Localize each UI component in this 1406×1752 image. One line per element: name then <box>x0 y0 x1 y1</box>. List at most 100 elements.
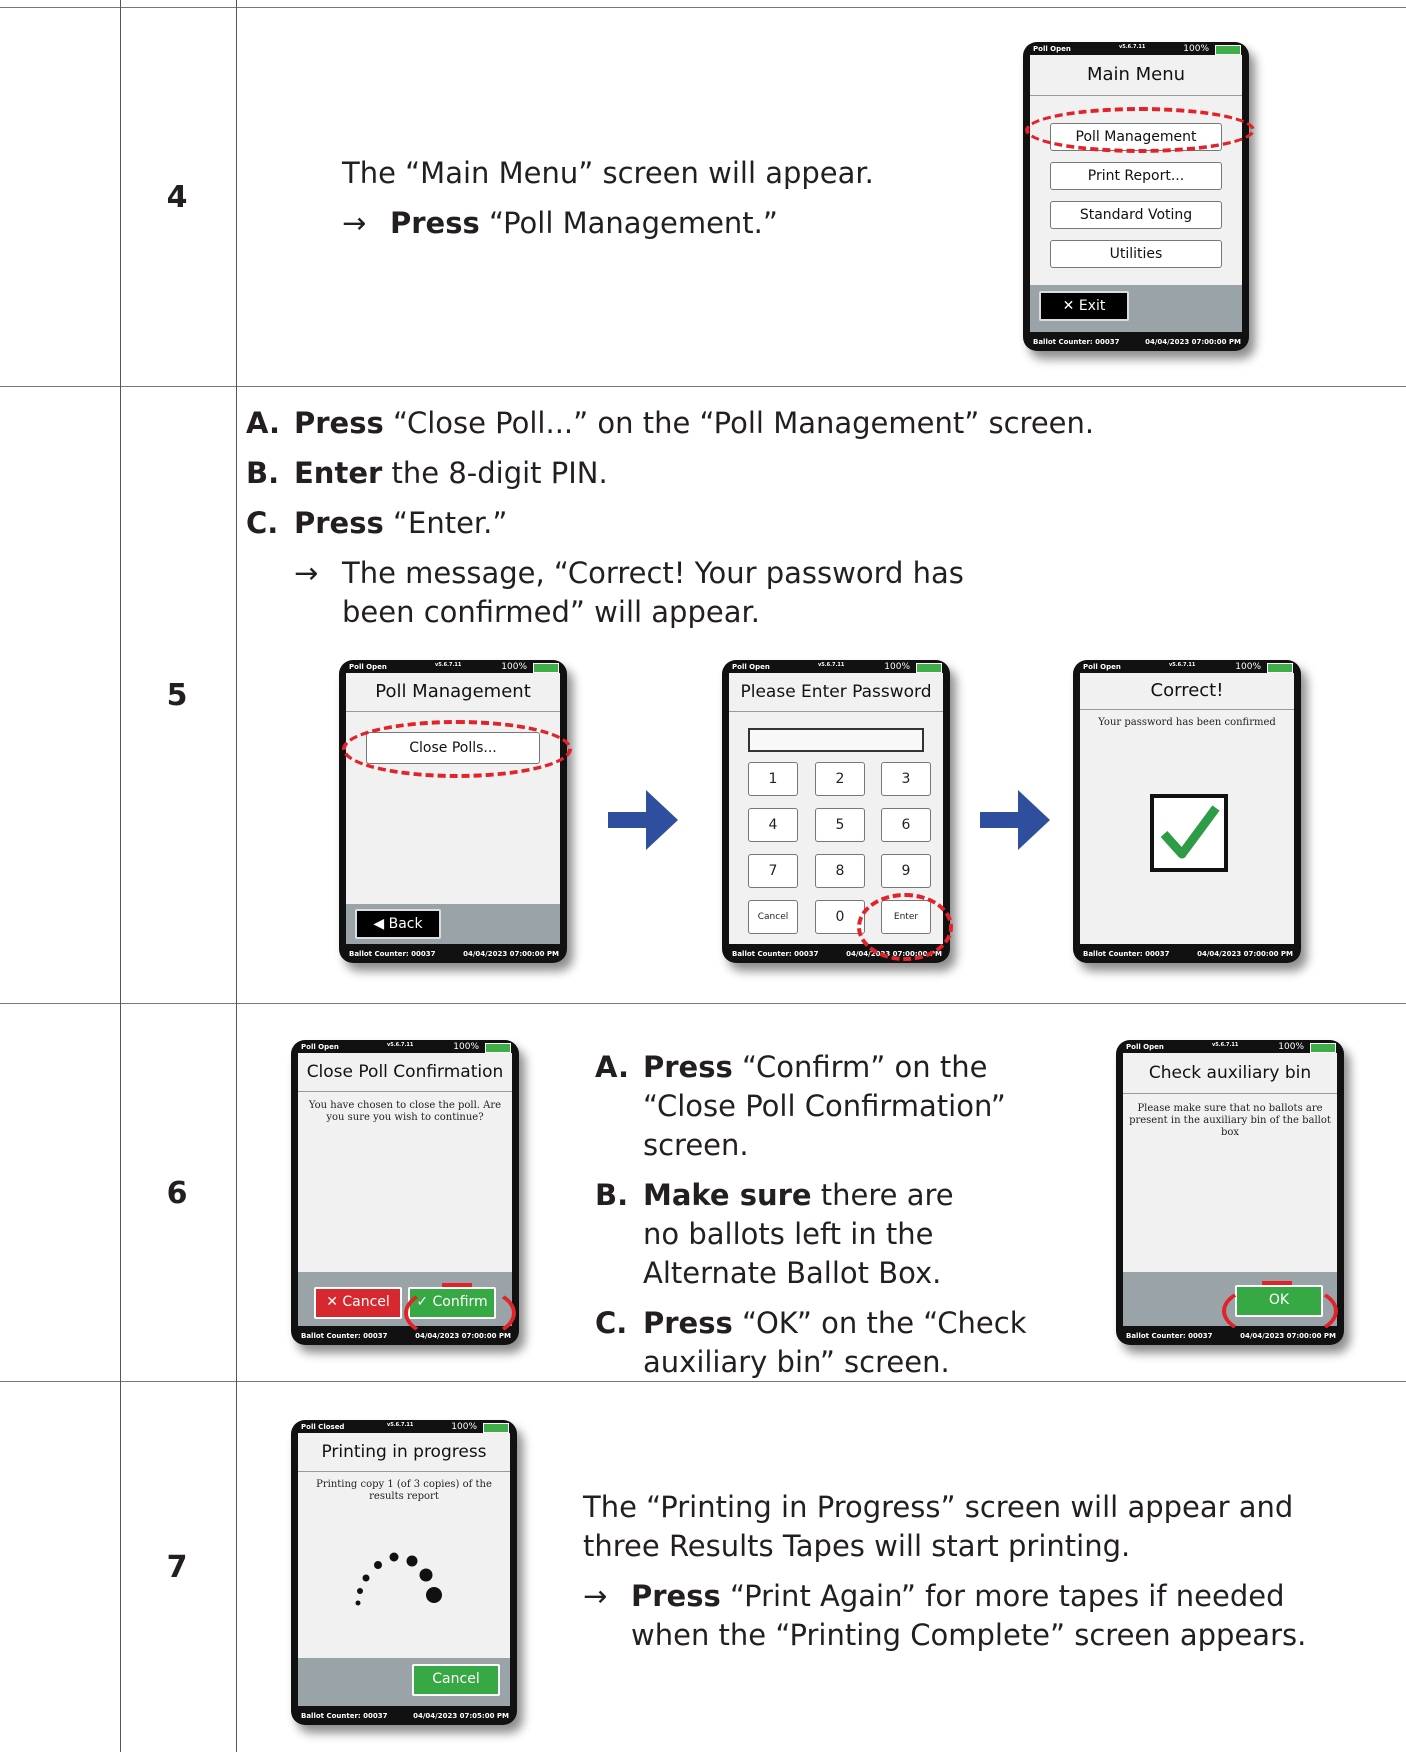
status-bar: Poll Open v5.6.7.11 100% <box>339 660 567 673</box>
screen-title: Poll Management <box>346 673 560 712</box>
screen-title: Correct! <box>1080 673 1294 710</box>
exit-button[interactable]: ✕ Exit <box>1039 291 1129 321</box>
battery-level: 100% <box>1235 662 1261 672</box>
action-text: “Close Poll...” on the “Poll Management”… <box>383 406 1095 440</box>
step-number-6: 6 <box>166 1176 188 1211</box>
screen-title: Main Menu <box>1030 55 1242 96</box>
action-verb: Press <box>294 406 384 440</box>
step-7-line: The “Printing in Progress” screen will a… <box>583 1490 1294 1563</box>
ballot-counter: Ballot Counter: 00037 <box>1083 950 1170 958</box>
button-band: Cancel <box>298 1658 510 1706</box>
device-correct: Poll Open v5.6.7.11 100% Correct! Your p… <box>1073 660 1301 963</box>
key-2[interactable]: 2 <box>815 762 865 796</box>
action-text: the 8-digit PIN. <box>382 456 608 490</box>
instruction-item-a: A. Press “Close Poll...” on the “Poll Man… <box>246 404 1226 443</box>
key-7[interactable]: 7 <box>748 854 798 888</box>
highlight-ring <box>1222 1282 1338 1340</box>
exit-label: Exit <box>1078 298 1106 314</box>
poll-status: Poll Closed <box>301 1423 345 1431</box>
footer-bar: Ballot Counter: 00037 04/04/2023 07:00:0… <box>1073 944 1301 963</box>
screen: Correct! Your password has been confirme… <box>1080 673 1294 944</box>
screen-title: Close Poll Confirmation <box>298 1053 512 1092</box>
close-x-icon: ✕ <box>326 1294 338 1310</box>
step-4-line: The “Main Menu” screen will appear. <box>342 156 874 190</box>
key-4[interactable]: 4 <box>748 808 798 842</box>
action-verb: Press <box>643 1050 733 1084</box>
item-letter: C. <box>595 1306 628 1340</box>
footer-bar: Ballot Counter: 00037 04/04/2023 07:00:0… <box>1023 332 1249 351</box>
password-field[interactable] <box>748 728 924 752</box>
item-letter: A. <box>246 406 280 440</box>
screen-title: Please Enter Password <box>729 673 943 712</box>
right-arrow-icon <box>980 790 1050 850</box>
item-letter: B. <box>246 456 280 490</box>
step-number-7: 7 <box>166 1550 188 1585</box>
version: v5.6.7.11 <box>818 662 845 668</box>
action-verb: Press <box>631 1579 721 1613</box>
step-6-instructions: A. Press “Confirm” on the “Close Poll Con… <box>595 1048 1055 1393</box>
battery-level: 100% <box>501 662 527 672</box>
utilities-button[interactable]: Utilities <box>1050 240 1222 268</box>
cancel-key[interactable]: Cancel <box>748 900 798 934</box>
poll-status: Poll Open <box>1033 45 1071 53</box>
footer-bar: Ballot Counter: 00037 04/04/2023 07:05:0… <box>291 1706 517 1725</box>
row-divider <box>0 386 1406 387</box>
version: v5.6.7.11 <box>387 1422 414 1428</box>
version: v5.6.7.11 <box>387 1042 414 1048</box>
ballot-counter: Ballot Counter: 00037 <box>1033 338 1120 346</box>
back-label: Back <box>388 916 423 932</box>
screen-message: You have chosen to close the poll. Are y… <box>308 1100 502 1123</box>
device-main-menu: Poll Open v5.6.7.11 100% Main Menu Poll … <box>1023 42 1249 351</box>
key-6[interactable]: 6 <box>881 808 931 842</box>
action-verb: Enter <box>294 456 383 490</box>
version: v5.6.7.11 <box>435 662 462 668</box>
key-5[interactable]: 5 <box>815 808 865 842</box>
screen-message: Please make sure that no ballots are pre… <box>1129 1103 1331 1138</box>
back-triangle-icon: ◀ <box>373 916 385 932</box>
battery-icon <box>485 1043 511 1053</box>
item-letter: A. <box>595 1050 629 1084</box>
back-button[interactable]: ◀ Back <box>355 909 441 939</box>
step-5-note: → The message, “Correct! Your password h… <box>294 554 992 632</box>
action-text: “Print Again” for more tapes if needed w… <box>631 1579 1307 1652</box>
poll-status: Poll Open <box>1083 663 1121 671</box>
datetime: 04/04/2023 07:00:00 PM <box>463 950 559 958</box>
screen-title: Check auxiliary bin <box>1123 1053 1337 1094</box>
standard-voting-button[interactable]: Standard Voting <box>1050 201 1222 229</box>
action-verb: Make sure <box>643 1178 812 1212</box>
status-bar: Poll Open v5.6.7.11 100% <box>722 660 950 673</box>
key-1[interactable]: 1 <box>748 762 798 796</box>
device-poll-management: Poll Open v5.6.7.11 100% Poll Management… <box>339 660 567 963</box>
row-divider <box>0 1003 1406 1004</box>
print-report-button[interactable]: Print Report... <box>1050 162 1222 190</box>
version: v5.6.7.11 <box>1119 44 1146 50</box>
footer-bar: Ballot Counter: 00037 04/04/2023 07:00:0… <box>339 944 567 963</box>
instruction-item-c: C. Press “Enter.” <box>246 504 1226 543</box>
column-divider <box>120 0 121 1752</box>
loading-spinner-icon <box>355 1552 442 1606</box>
arrow-icon: → <box>342 206 367 240</box>
button-band: ◀ Back <box>346 904 560 944</box>
status-bar: Poll Open v5.6.7.11 100% <box>1023 42 1249 55</box>
step-7-instructions: The “Printing in Progress” screen will a… <box>583 1488 1343 1655</box>
highlight-ring <box>857 893 953 961</box>
key-8[interactable]: 8 <box>815 854 865 888</box>
key-3[interactable]: 3 <box>881 762 931 796</box>
close-x-icon: ✕ <box>1062 298 1075 314</box>
cancel-button[interactable]: Cancel <box>412 1664 500 1696</box>
status-bar: Poll Closed v5.6.7.11 100% <box>291 1420 517 1433</box>
item-letter: B. <box>595 1178 629 1212</box>
datetime: 04/04/2023 07:00:00 PM <box>1145 338 1241 346</box>
ballot-counter: Ballot Counter: 00037 <box>349 950 436 958</box>
cancel-label: Cancel <box>342 1294 390 1310</box>
battery-icon <box>1267 663 1293 673</box>
right-arrow-icon <box>608 790 678 850</box>
note-text: The message, “Correct! Your password has… <box>342 556 964 629</box>
highlight-ring <box>1025 107 1255 153</box>
battery-level: 100% <box>884 662 910 672</box>
key-9[interactable]: 9 <box>881 854 931 888</box>
cancel-button[interactable]: ✕ Cancel <box>314 1287 402 1319</box>
battery-icon <box>1215 45 1241 55</box>
instruction-item-c: C. Press “OK” on the “Check auxiliary bin… <box>595 1304 1043 1382</box>
step-4-instructions: The “Main Menu” screen will appear. → Pr… <box>342 154 902 243</box>
